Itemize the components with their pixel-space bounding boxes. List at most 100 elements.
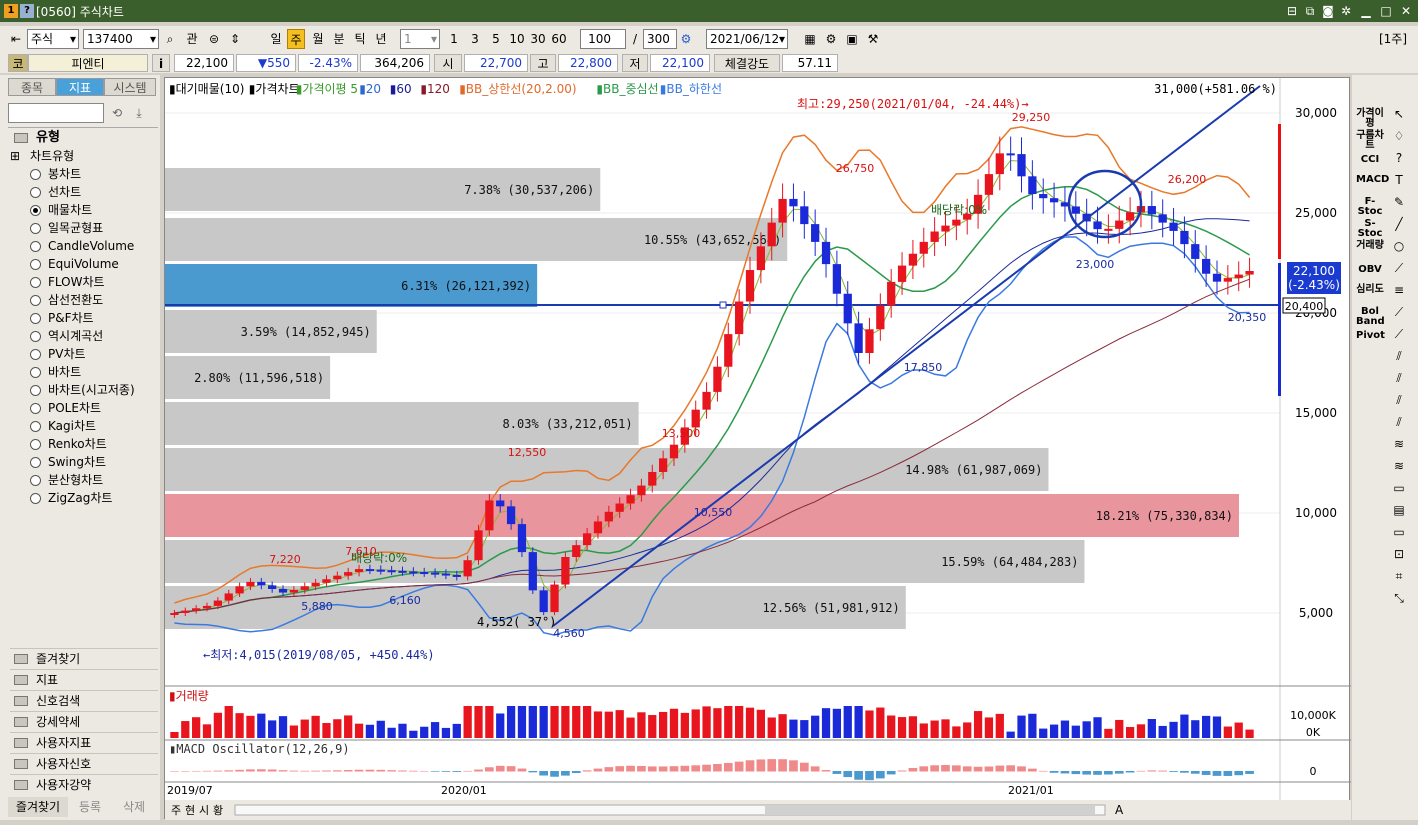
minimize-icon[interactable]: ▁ [1358, 3, 1374, 19]
stock-name[interactable]: 피엔티 [28, 54, 148, 72]
chart-type-item[interactable]: Renko차트 [30, 435, 107, 453]
price-chart-svg[interactable]: 30,00025,00020,00015,00010,0005,0007.38%… [165, 78, 1351, 820]
radio-icon[interactable] [30, 331, 41, 342]
period-day-button[interactable]: 일 [266, 29, 286, 49]
chart-type-item[interactable]: 봉차트 [30, 165, 81, 183]
prev-code-icon[interactable]: ⇤ [6, 29, 26, 49]
drawing-tool-icon[interactable]: ▤ [1390, 503, 1408, 517]
drawing-tool-icon[interactable]: ⟋ [1390, 261, 1408, 276]
period-tick-button[interactable]: 틱 [350, 29, 370, 49]
tab-system[interactable]: 시스템 [104, 78, 156, 96]
radio-icon[interactable] [30, 169, 41, 180]
accordion-item[interactable]: 사용자신호 [10, 753, 158, 773]
chart-icon[interactable]: ▦ [801, 29, 819, 49]
indicator-shortcut[interactable]: Pivot [1356, 331, 1385, 341]
drawing-tool-icon[interactable]: ○ [1390, 239, 1408, 253]
accordion-item[interactable]: 즐겨찾기 [10, 648, 158, 668]
stepper-icon[interactable]: ⇕ [226, 29, 244, 49]
chart-type-item[interactable]: Swing차트 [30, 453, 106, 471]
close-icon[interactable]: ✕ [1398, 3, 1414, 19]
accordion-item[interactable]: 강세약세 [10, 711, 158, 731]
drawing-tool-icon[interactable]: ╱ [1390, 217, 1408, 231]
chart-type-item[interactable]: ZigZag차트 [30, 489, 112, 507]
quick-30-button[interactable]: 30 [528, 29, 548, 49]
drawing-tool-icon[interactable]: ✎ [1390, 195, 1408, 209]
layout-icon[interactable]: ⊟ [1284, 3, 1300, 19]
radio-icon[interactable] [30, 295, 41, 306]
period-month-button[interactable]: 월 [308, 29, 328, 49]
drawing-tool-icon[interactable]: ⌗ [1390, 569, 1408, 584]
chart-type-item[interactable]: 매물차트 [30, 201, 92, 219]
drawing-tool-icon[interactable]: ▭ [1390, 525, 1408, 539]
gwan-button[interactable]: 관 [182, 29, 202, 49]
market-select[interactable]: 주식 ▾ [27, 29, 79, 49]
camera-icon[interactable]: ◙ [1320, 3, 1336, 19]
radio-icon[interactable] [30, 457, 41, 468]
period-year-button[interactable]: 년 [371, 29, 391, 49]
chart-type-item[interactable]: PV차트 [30, 345, 86, 363]
copy-window-icon[interactable]: ⧉ [1302, 3, 1318, 19]
radio-icon[interactable] [30, 223, 41, 234]
radio-icon[interactable] [30, 205, 41, 216]
quick-10-button[interactable]: 10 [507, 29, 527, 49]
radio-icon[interactable] [30, 367, 41, 378]
info-icon[interactable]: i [152, 54, 170, 72]
period-minute-button[interactable]: 분 [329, 29, 349, 49]
quick-3-button[interactable]: 3 [465, 29, 485, 49]
quick-1-button[interactable]: 1 [444, 29, 464, 49]
radio-icon[interactable] [30, 475, 41, 486]
radio-icon[interactable] [30, 403, 41, 414]
indicator-shortcut[interactable]: 가격이평 [1356, 109, 1384, 129]
indicator-shortcut[interactable]: F-Stoc [1356, 197, 1384, 217]
date-select[interactable]: 2021/06/12 ▾ [706, 29, 788, 49]
code-input[interactable]: 137400 ▾ [83, 29, 159, 49]
group-chart-type[interactable]: ⊞ 차트유형 [8, 147, 158, 165]
chart-type-item[interactable]: 역시계곡선 [30, 327, 103, 345]
drawing-tool-icon[interactable]: ⟋ [1390, 327, 1408, 342]
chart-type-item[interactable]: 일목균형표 [30, 219, 103, 237]
save-icon[interactable]: ▣ [843, 29, 861, 49]
radio-icon[interactable] [30, 313, 41, 324]
indicator-shortcut[interactable]: Bol Band [1356, 307, 1385, 327]
drawing-tool-icon[interactable]: ≋ [1390, 437, 1408, 451]
drawing-tool-icon[interactable]: ↖ [1390, 107, 1408, 121]
chart-type-item[interactable]: EquiVolume [30, 255, 119, 273]
radio-icon[interactable] [30, 187, 41, 198]
drawing-tool-icon[interactable]: ⫽ [1390, 349, 1408, 364]
drawing-tool-icon[interactable]: ⊡ [1390, 547, 1408, 561]
accordion-item[interactable]: 신호검색 [10, 690, 158, 710]
period-week-button[interactable]: 주 [287, 29, 305, 49]
drawing-tool-icon[interactable]: ⫽ [1390, 415, 1408, 430]
chart-type-item[interactable]: 바차트(시고저종) [30, 381, 135, 399]
interval-select[interactable]: 1 ▾ [400, 29, 440, 49]
indicator-shortcut[interactable]: CCI [1356, 155, 1384, 165]
indicator-shortcut[interactable]: 심리도 [1356, 285, 1384, 295]
drawing-tool-icon[interactable]: ⤡ [1390, 591, 1408, 606]
quick-60-button[interactable]: 60 [549, 29, 569, 49]
gear-icon[interactable]: ⚙ [822, 29, 840, 49]
indicator-shortcut[interactable]: 거래량 [1356, 241, 1384, 251]
indicator-shortcut[interactable]: S-Stoc [1356, 219, 1384, 239]
accordion-item[interactable]: 사용자지표 [10, 732, 158, 752]
maximize-icon[interactable]: □ [1378, 3, 1394, 19]
drawing-tool-icon[interactable]: ≋ [1390, 459, 1408, 473]
accordion-item[interactable]: 사용자강약 [10, 774, 158, 794]
count-input[interactable]: 100 [580, 29, 626, 49]
drawing-tool-icon[interactable]: ≡ [1390, 283, 1408, 297]
accordion-item[interactable]: 지표 [10, 669, 158, 689]
drawing-tool-icon[interactable]: ⫽ [1390, 393, 1408, 408]
tab-indicator[interactable]: 지표 [56, 78, 104, 96]
chart-type-item[interactable]: P&F차트 [30, 309, 94, 327]
chart-type-item[interactable]: POLE차트 [30, 399, 101, 417]
drawing-tool-icon[interactable]: T [1390, 173, 1408, 187]
delete-button[interactable]: 삭제 [112, 797, 156, 817]
radio-icon[interactable] [30, 349, 41, 360]
window-menu-icon[interactable]: 1 [4, 4, 18, 18]
code-list-icon[interactable]: ⊜ [204, 29, 224, 49]
radio-icon[interactable] [30, 493, 41, 504]
radio-icon[interactable] [30, 439, 41, 450]
drawing-tool-icon[interactable]: ⫽ [1390, 371, 1408, 386]
total-input[interactable]: 300 [643, 29, 677, 49]
download-icon[interactable]: ⤓ [130, 103, 148, 123]
radio-icon[interactable] [30, 385, 41, 396]
